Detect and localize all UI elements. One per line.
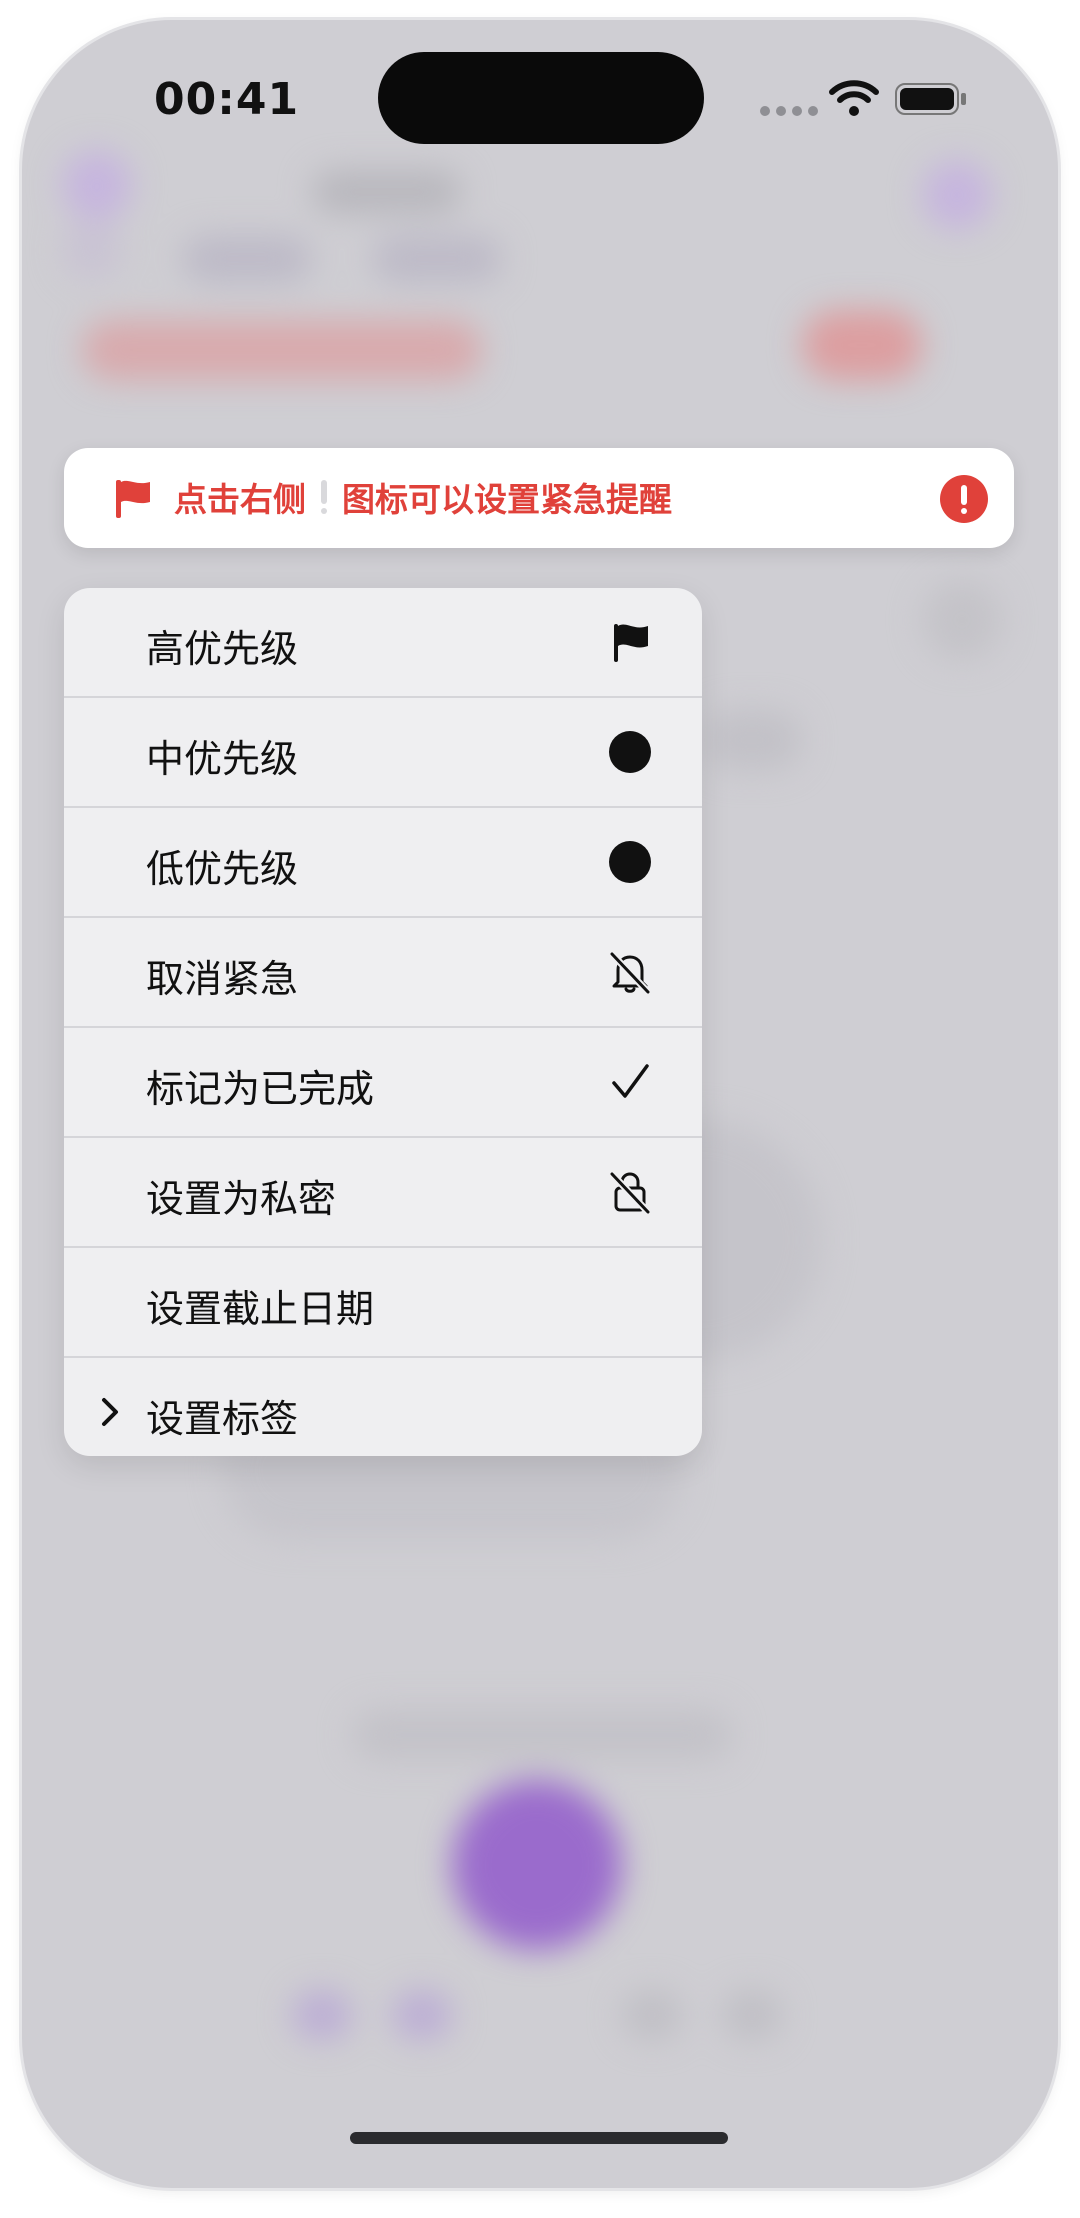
- battery-icon: [895, 83, 966, 115]
- cellular-signal-icon: [760, 106, 818, 116]
- checkmark-icon: [612, 1064, 649, 1098]
- menu-item-set-tags[interactable]: 设置标签: [64, 1358, 702, 1456]
- menu-item-label: 取消紧急: [146, 957, 299, 1001]
- banner-text-before: 点击右侧: [174, 480, 306, 519]
- menu-item-label: 中优先级: [146, 737, 299, 781]
- context-menu: 高优先级 中优先级 低优先级 取消紧急 标记为已完成 设置为私密 设置截止日期 …: [64, 588, 702, 1456]
- urgent-tip-banner: 点击右侧 图标可以设置紧急提醒: [64, 448, 1014, 548]
- menu-item-label: 设置标签: [146, 1397, 299, 1441]
- circle-fill-icon: [609, 731, 651, 773]
- wifi-icon: [829, 80, 879, 116]
- exclamation-circle-icon[interactable]: [940, 475, 988, 523]
- home-indicator[interactable]: [350, 2132, 728, 2144]
- flag-fill-icon: [614, 624, 648, 662]
- menu-item-low-priority[interactable]: 低优先级: [64, 808, 702, 918]
- menu-item-set-private[interactable]: 设置为私密: [64, 1138, 702, 1248]
- flag-icon: [116, 480, 150, 518]
- menu-item-label: 低优先级: [146, 847, 299, 891]
- menu-item-label: 设置截止日期: [146, 1287, 375, 1331]
- menu-item-high-priority[interactable]: 高优先级: [64, 588, 702, 698]
- menu-item-medium-priority[interactable]: 中优先级: [64, 698, 702, 808]
- phone-screen: 00:41 点击右侧 图标可以设置紧急提醒 高优先级 中优先级 低优先级 取消紧…: [22, 20, 1058, 2188]
- menu-item-label: 高优先级: [146, 627, 299, 671]
- menu-item-label: 标记为已完成: [146, 1067, 375, 1111]
- status-time: 00:41: [154, 74, 300, 125]
- chevron-right-icon: [102, 1398, 118, 1426]
- circle-fill-icon: [609, 841, 651, 883]
- exclamation-icon: [320, 480, 328, 514]
- menu-item-set-due-date[interactable]: 设置截止日期: [64, 1248, 702, 1358]
- banner-text-after: 图标可以设置紧急提醒: [342, 480, 672, 519]
- lock-slash-icon: [609, 1171, 651, 1215]
- bell-slash-icon: [609, 951, 651, 995]
- menu-item-mark-complete[interactable]: 标记为已完成: [64, 1028, 702, 1138]
- menu-item-label: 设置为私密: [146, 1177, 337, 1221]
- dynamic-island: [378, 52, 704, 144]
- banner-text: 点击右侧 图标可以设置紧急提醒: [174, 473, 672, 521]
- menu-item-cancel-urgent[interactable]: 取消紧急: [64, 918, 702, 1028]
